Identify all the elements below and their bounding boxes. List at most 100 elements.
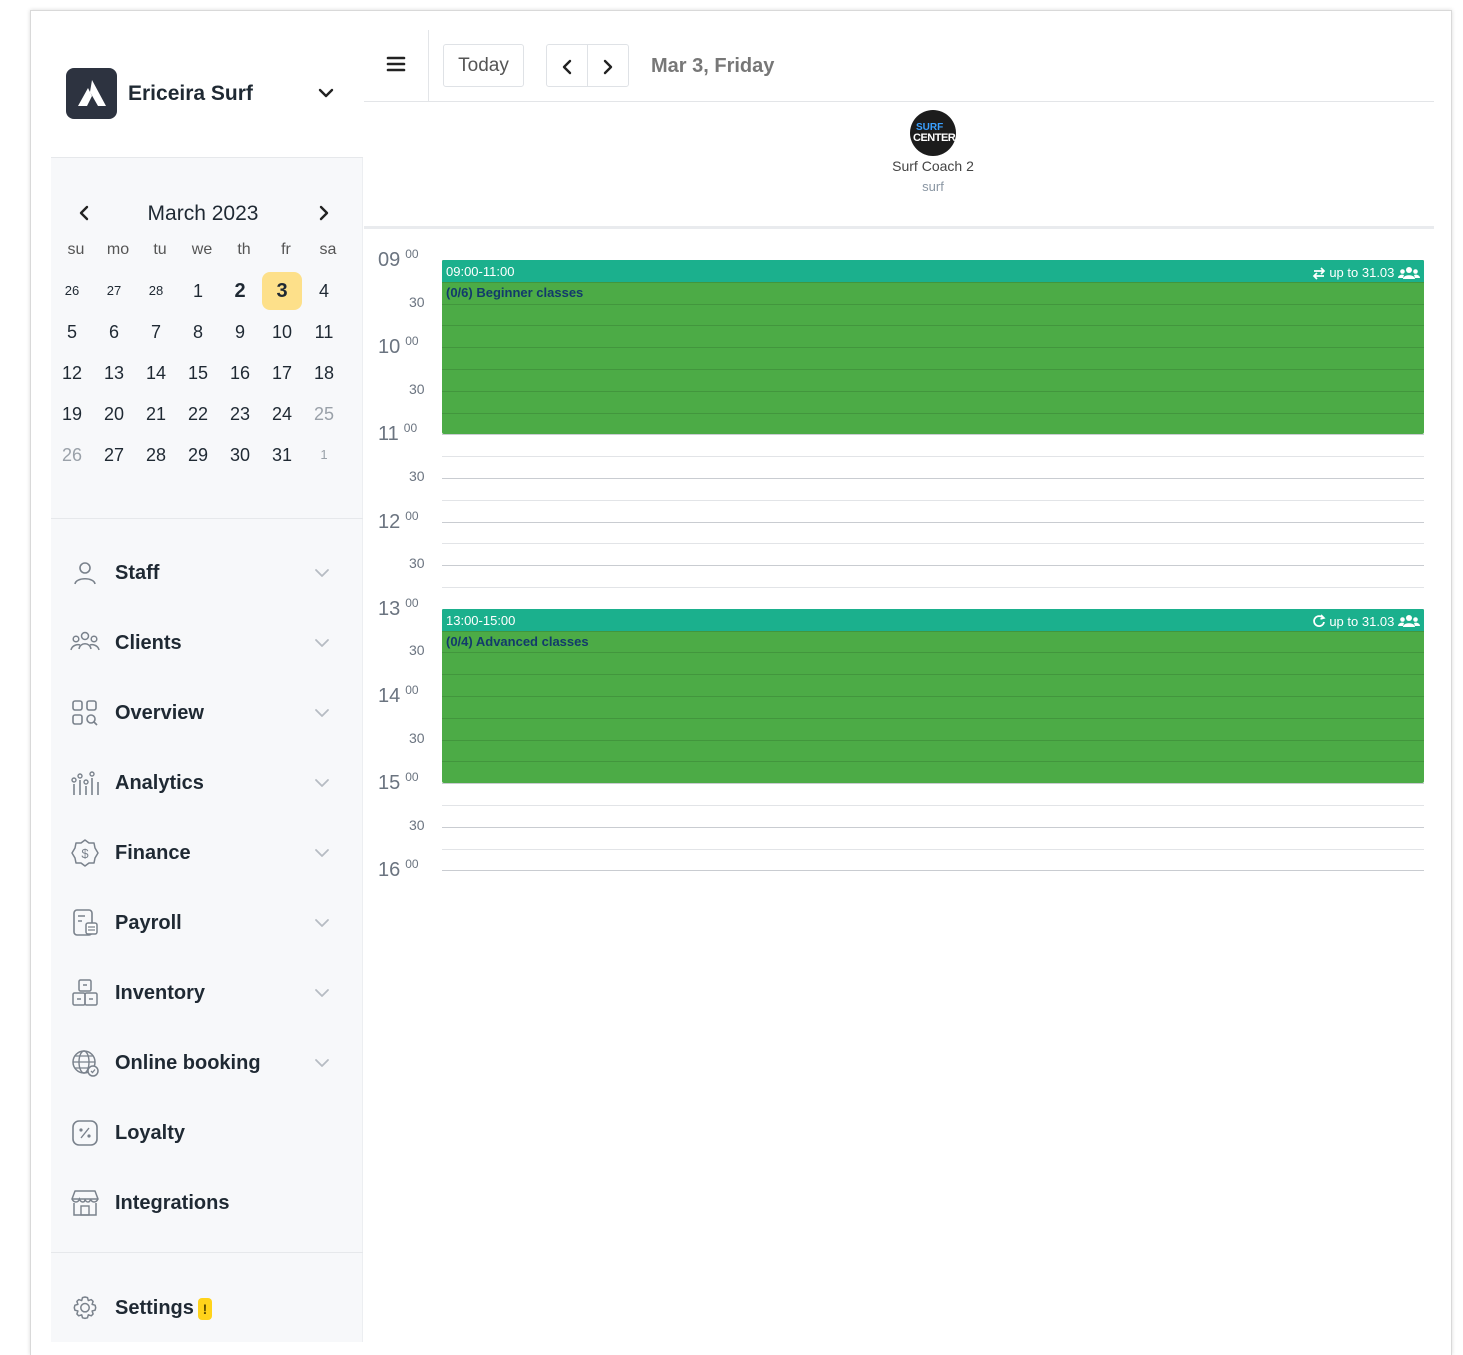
sidebar-item-label: Integrations: [115, 1192, 230, 1214]
calendar-day[interactable]: 11: [304, 313, 344, 351]
sidebar-item-label: Settings: [115, 1297, 194, 1319]
calendar-day[interactable]: 27: [94, 272, 134, 310]
calendar-day[interactable]: 17: [262, 354, 302, 392]
settings-alert-badge: !: [197, 1297, 212, 1320]
event-block[interactable]: 13:00-15:00 up to 31.03 (0/4) Advanced c…: [442, 608, 1424, 784]
calendar-day[interactable]: 6: [94, 313, 134, 351]
calendar-day[interactable]: 25: [304, 395, 344, 433]
hour-line: [442, 434, 1424, 436]
gear-icon: [73, 1296, 97, 1320]
calendar-day[interactable]: 3: [262, 272, 302, 310]
calendar-day[interactable]: 26: [52, 272, 92, 310]
sidebar-item-clients[interactable]: Clients: [51, 613, 363, 673]
calendar-day[interactable]: 16: [220, 354, 260, 392]
calendar-day[interactable]: 14: [136, 354, 176, 392]
event-slot-line: [442, 390, 1424, 392]
calendar-day[interactable]: 18: [304, 354, 344, 392]
chevron-down-icon[interactable]: [317, 86, 335, 100]
current-date-title: Mar 3, Friday: [651, 55, 775, 77]
weekday-label: we: [191, 241, 213, 258]
sidebar-item-integrations[interactable]: Integrations: [51, 1173, 363, 1233]
calendar-day[interactable]: 4: [304, 272, 344, 310]
quarter-line: [442, 543, 1424, 545]
sidebar-item-inventory[interactable]: Inventory: [51, 963, 363, 1023]
payroll-icon: [73, 909, 98, 936]
event-repeat-info: up to 31.03: [1312, 613, 1420, 629]
calendar-day[interactable]: 30: [220, 436, 260, 474]
event-slot-line: [442, 281, 1424, 283]
today-button[interactable]: Today: [443, 44, 524, 87]
event-slot-line: [442, 652, 1424, 654]
calendar-day[interactable]: 2: [220, 272, 260, 310]
sidebar-item-finance[interactable]: $ Finance: [51, 823, 363, 883]
calendar-day[interactable]: 1: [304, 436, 344, 474]
calendar-day[interactable]: 24: [262, 395, 302, 433]
toolbar-divider: [428, 30, 429, 102]
calendar-day[interactable]: 21: [136, 395, 176, 433]
chevron-down-icon[interactable]: [314, 637, 330, 649]
previous-day-button[interactable]: [546, 44, 588, 87]
hour-label: 16 00: [378, 857, 419, 882]
staff-avatar: SURF CENTER: [910, 110, 956, 156]
chevron-down-icon[interactable]: [314, 847, 330, 859]
chevron-down-icon[interactable]: [314, 707, 330, 719]
calendar-day[interactable]: 13: [94, 354, 134, 392]
chevron-down-icon[interactable]: [314, 1057, 330, 1069]
calendar-day[interactable]: 12: [52, 354, 92, 392]
calendar-day[interactable]: 28: [136, 436, 176, 474]
calendar-day[interactable]: 10: [262, 313, 302, 351]
calendar-day[interactable]: 1: [178, 272, 218, 310]
chevron-right-icon[interactable]: [317, 204, 331, 222]
chevron-down-icon[interactable]: [314, 917, 330, 929]
next-day-button[interactable]: [587, 44, 629, 87]
store-icon: [71, 1190, 99, 1216]
sidebar-item-label: Clients: [115, 632, 182, 654]
quarter-line: [442, 848, 1424, 850]
hamburger-menu-icon[interactable]: [384, 52, 408, 76]
sidebar-item-settings[interactable]: Settings!: [51, 1278, 363, 1338]
event-slot-line: [442, 412, 1424, 414]
calendar-day[interactable]: 23: [220, 395, 260, 433]
staff-column-header[interactable]: SURF CENTER Surf Coach 2 surf: [364, 103, 1434, 229]
chevron-down-icon[interactable]: [314, 777, 330, 789]
sidebar-item-overview[interactable]: Overview: [51, 683, 363, 743]
mini-calendar: March 2023 su mo tu we th fr sa 26 27 28 1 2 3 4 5 6 7 8 9…: [51, 159, 363, 519]
chevron-right-icon: [603, 59, 613, 75]
sidebar-item-loyalty[interactable]: Loyalty: [51, 1103, 363, 1163]
event-slot-line: [442, 347, 1424, 349]
calendar-day[interactable]: 29: [178, 436, 218, 474]
time-grid[interactable]: 09 00 30 10 00 30 11 00 30 12 00 30 13 00 30 14 00 30 15 00…: [364, 230, 1434, 930]
half-hour-label: 30: [409, 380, 425, 397]
calendar-day[interactable]: 5: [52, 313, 92, 351]
calendar-day[interactable]: 27: [94, 436, 134, 474]
users-group-icon: [70, 631, 100, 651]
sidebar-item-analytics[interactable]: Analytics: [51, 753, 363, 813]
sidebar-item-label: Payroll: [115, 912, 182, 934]
refresh-icon: [1312, 614, 1326, 628]
calendar-day[interactable]: 20: [94, 395, 134, 433]
event-block[interactable]: 09:00-11:00 up to 31.03 (0/6) Beginner c…: [442, 260, 1424, 435]
calendar-day[interactable]: 7: [136, 313, 176, 351]
quarter-line: [442, 826, 1424, 828]
sidebar-item-staff[interactable]: Staff: [51, 543, 363, 603]
event-repeat-info: up to 31.03: [1312, 264, 1420, 280]
calendar-day[interactable]: 31: [262, 436, 302, 474]
chevron-down-icon[interactable]: [314, 567, 330, 579]
sidebar-item-online-booking[interactable]: Online booking: [51, 1033, 363, 1093]
business-switcher[interactable]: Ericeira Surf: [51, 30, 363, 158]
chevron-down-icon[interactable]: [314, 987, 330, 999]
calendar-day[interactable]: 22: [178, 395, 218, 433]
calendar-day[interactable]: 26: [52, 436, 92, 474]
calendar-day[interactable]: 15: [178, 354, 218, 392]
calendar-day[interactable]: 28: [136, 272, 176, 310]
staff-name: Surf Coach 2: [892, 158, 974, 174]
sidebar-item-payroll[interactable]: Payroll: [51, 893, 363, 953]
event-slot-line: [442, 761, 1424, 763]
calendar-day[interactable]: 19: [52, 395, 92, 433]
weekday-label: th: [237, 241, 251, 258]
calendar-day[interactable]: 8: [178, 313, 218, 351]
group-icon: [1398, 615, 1420, 628]
calendar-day[interactable]: 9: [220, 313, 260, 351]
weekday-label: su: [67, 241, 85, 258]
globe-icon: [72, 1050, 99, 1077]
